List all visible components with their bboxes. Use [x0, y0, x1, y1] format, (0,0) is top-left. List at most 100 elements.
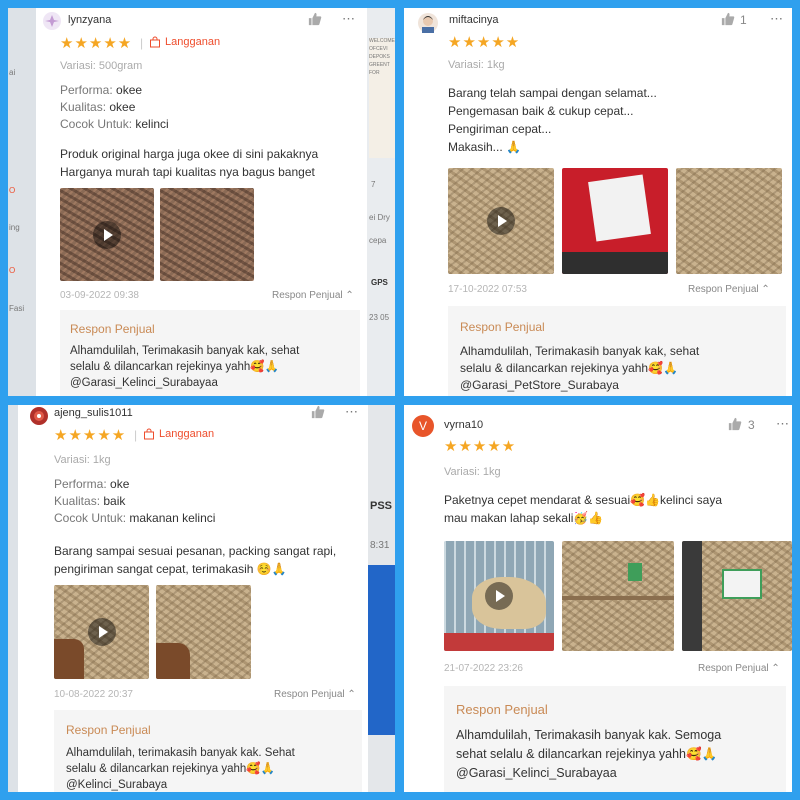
- bg-text: cepa: [369, 236, 387, 245]
- review-date: 10-08-2022 20:37: [54, 689, 133, 700]
- review-photo[interactable]: [156, 585, 251, 679]
- variant-label: Variasi: 500gram: [60, 60, 143, 72]
- review-text-line: pengiriman sangat cepat, terimakasih ☺️🙏: [54, 562, 287, 576]
- like-count: 3: [748, 418, 755, 432]
- seller-response-toggle[interactable]: Respon Penjual ⌃: [698, 663, 780, 674]
- package-label: [628, 563, 642, 581]
- chevron-up-icon: ⌃: [771, 663, 780, 674]
- seller-reply-text: Alhamdulilah, Terimakasih banyak kak, se…: [70, 343, 299, 391]
- background-app-right: WELCOME OFCEVI DEPOKS GREENT FOR 7 ei Dr…: [367, 8, 395, 396]
- thumbs-up-icon[interactable]: [311, 405, 325, 419]
- bg-text: ai: [9, 68, 16, 77]
- review-video-thumbnail[interactable]: [448, 168, 554, 274]
- seller-response-toggle-label: Respon Penjual: [272, 290, 343, 301]
- attribute-value: okee: [109, 100, 136, 114]
- attribute-label: Performa:: [54, 477, 107, 491]
- play-icon[interactable]: [87, 618, 116, 646]
- bg-banner: [368, 565, 395, 735]
- bg-text: 7: [371, 180, 376, 189]
- attribute-row: Cocok Untuk: makanan kelinci: [54, 510, 215, 527]
- seller-reply-line: Alhamdulilah, Terimakasih banyak kak. Se…: [456, 728, 722, 742]
- seller-response-toggle[interactable]: Respon Penjual ⌃: [274, 689, 356, 700]
- attribute-label: Cocok Untuk:: [54, 511, 127, 525]
- seller-reply-text: Alhamdulilah, terimakasih banyak kak. Se…: [66, 745, 295, 792]
- attribute-label: Performa:: [60, 83, 113, 97]
- avatar[interactable]: [43, 12, 61, 30]
- review-text-line: Makasih... 🙏: [448, 140, 521, 154]
- review-card: ajeng_sulis1011 ⋯ ★★★★★ | Langganan Vari…: [18, 405, 368, 792]
- seller-reply-text: Alhamdulilah, Terimakasih banyak kak. Se…: [456, 726, 721, 783]
- review-panel-1: ai O ing O Fasi WELCOME OFCEVI DEPOKS GR…: [8, 8, 395, 396]
- more-dots-icon[interactable]: ⋯: [776, 416, 790, 432]
- review-video-thumbnail[interactable]: [60, 188, 154, 281]
- review-text: Paketnya cepet mendarat & sesuai🥰👍kelinc…: [444, 491, 722, 527]
- seller-reply-line: Alhamdulilah, Terimakasih banyak kak, se…: [460, 344, 700, 358]
- rating-stars: ★★★★★: [54, 427, 127, 444]
- seller-response-toggle-label: Respon Penjual: [698, 663, 769, 674]
- rating-stars: ★★★★★: [444, 438, 517, 455]
- subscriber-badge: Langganan: [165, 36, 221, 48]
- separator: |: [140, 36, 144, 50]
- username[interactable]: miftacinya: [449, 14, 499, 26]
- username[interactable]: ajeng_sulis1011: [54, 407, 133, 419]
- more-dots-icon[interactable]: ⋯: [342, 11, 356, 27]
- review-photo[interactable]: [160, 188, 254, 281]
- bg-text: Fasi: [9, 304, 25, 313]
- review-text-line: Barang telah sampai dengan selamat...: [448, 86, 657, 100]
- background-shadow: [682, 541, 702, 651]
- avatar[interactable]: [30, 407, 48, 425]
- bg-text: PSS: [370, 500, 393, 512]
- bg-text: FOR: [369, 70, 380, 76]
- seller-reply-title: Respon Penjual: [70, 322, 155, 336]
- play-icon[interactable]: [485, 582, 513, 610]
- review-photo[interactable]: [682, 541, 792, 651]
- bg-text: WELCOME: [369, 38, 395, 44]
- review-photo[interactable]: [562, 168, 668, 274]
- seller-response-toggle[interactable]: Respon Penjual ⌃: [272, 290, 354, 301]
- more-dots-icon[interactable]: ⋯: [770, 11, 784, 27]
- bg-text: GPS: [371, 278, 388, 287]
- review-card: miftacinya 1 ⋯ ★★★★★ Variasi: 1kg Barang…: [404, 8, 792, 396]
- attribute-label: Kualitas:: [54, 494, 101, 508]
- seller-reply-box: Respon Penjual Alhamdulilah, Terimakasih…: [444, 686, 786, 792]
- like-count: 1: [740, 13, 747, 27]
- avatar[interactable]: V: [412, 415, 434, 437]
- attribute-list: Performa: oke Kualitas: baik Cocok Untuk…: [54, 476, 215, 527]
- package-label: [722, 569, 762, 599]
- review-video-thumbnail[interactable]: [444, 541, 554, 651]
- avatar[interactable]: [418, 13, 438, 33]
- play-icon[interactable]: [487, 207, 515, 235]
- seller-reply-title: Respon Penjual: [456, 702, 548, 717]
- attribute-row: Performa: okee: [60, 82, 169, 99]
- chevron-up-icon: ⌃: [345, 290, 354, 301]
- chevron-up-icon: ⌃: [347, 689, 356, 700]
- play-icon[interactable]: [93, 220, 121, 249]
- shopping-bag-icon: [144, 428, 154, 440]
- bg-text: O: [9, 186, 16, 195]
- thumbs-up-icon[interactable]: [308, 12, 322, 26]
- shopping-bag-icon: [150, 36, 160, 48]
- seller-reply-title: Respon Penjual: [66, 723, 151, 737]
- attribute-row: Performa: oke: [54, 476, 215, 493]
- more-dots-icon[interactable]: ⋯: [345, 405, 359, 420]
- review-photo[interactable]: [676, 168, 782, 274]
- thumbs-up-icon[interactable]: [728, 417, 742, 431]
- seller-reply-text: Alhamdulilah, Terimakasih banyak kak, se…: [460, 343, 699, 394]
- username[interactable]: vyrna10: [444, 419, 483, 431]
- seller-reply-line: @Kelinci_Surabaya: [66, 779, 168, 791]
- username[interactable]: lynzyana: [68, 14, 111, 26]
- seller-reply-box: Respon Penjual Alhamdulilah, terimakasih…: [54, 710, 362, 792]
- thumbs-up-icon[interactable]: [721, 12, 735, 26]
- seller-reply-line: Alhamdulilah, terimakasih banyak kak. Se…: [66, 747, 295, 759]
- review-video-thumbnail[interactable]: [54, 585, 149, 679]
- seller-reply-line: @Garasi_Kelinci_Surabayaa: [456, 766, 617, 780]
- attribute-value: okee: [116, 83, 143, 97]
- attribute-value: makanan kelinci: [129, 511, 216, 525]
- seller-reply-line: selalu & dilancarkan rejekinya yahh🥰🙏: [460, 361, 678, 375]
- review-date: 17-10-2022 07:53: [448, 284, 527, 295]
- review-photo[interactable]: [562, 541, 674, 651]
- background-app-right: PSS 8:31: [368, 405, 395, 792]
- seller-response-toggle[interactable]: Respon Penjual ⌃: [688, 284, 770, 295]
- attribute-row: Cocok Untuk: kelinci: [60, 116, 169, 133]
- seller-response-toggle-label: Respon Penjual: [688, 284, 759, 295]
